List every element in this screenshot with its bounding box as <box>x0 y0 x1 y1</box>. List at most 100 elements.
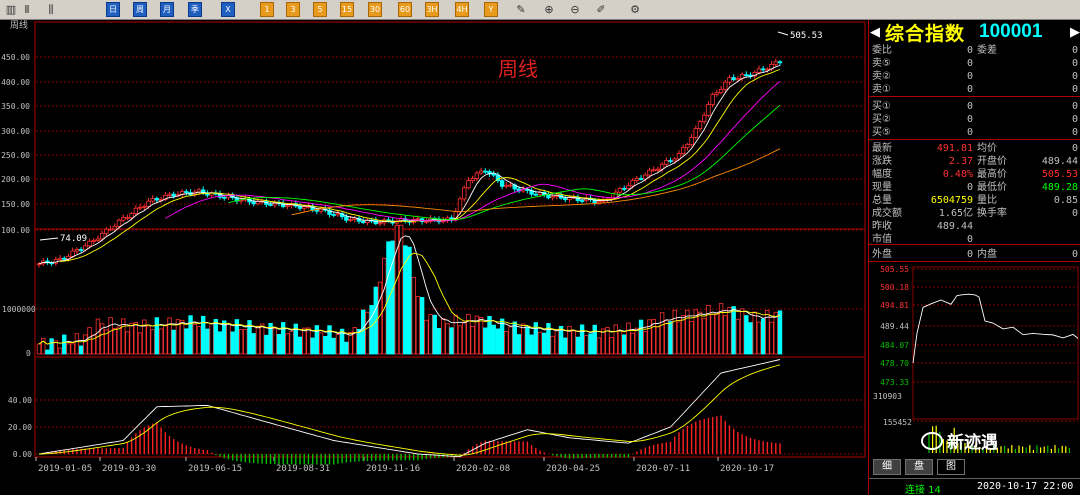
period-button-7[interactable]: 5 <box>313 2 327 17</box>
period-button-6[interactable]: 3 <box>286 2 300 17</box>
quote-panel: ◀ 综合指数 100001 ▶ 委比 0 委差 0 卖⑤ 0 0 卖② 0 0 卖① 0 0 买① 0 0 买②… <box>868 20 1080 495</box>
candle-icon[interactable]: ⫼ <box>44 2 58 17</box>
volume-bar <box>735 318 741 355</box>
quote-row-label: 卖② <box>872 71 891 82</box>
weekly-kline-chart[interactable]: 450.00 400.00 350.00 300.00 250.00 200.00 150.… <box>0 20 868 495</box>
volume-bar <box>550 335 555 355</box>
period-button-3[interactable]: 季 <box>188 2 202 17</box>
candle-body <box>773 61 778 65</box>
chart-icon[interactable]: ▥ <box>4 2 18 17</box>
candle-body <box>668 160 673 162</box>
quote-row-label: 成交额 <box>872 208 902 219</box>
candle-body <box>104 228 109 234</box>
quote-row-label-2: 最低价 <box>977 182 1007 193</box>
quote-row-value-2: 0 <box>1071 84 1078 95</box>
volume-bar <box>462 321 467 355</box>
period-button-0[interactable]: 日 <box>106 2 120 17</box>
zoom-out-icon[interactable]: ⊖ <box>568 2 582 17</box>
candle-body <box>744 74 749 77</box>
period-button-5[interactable]: 1 <box>260 2 274 17</box>
volume-bar <box>280 322 286 355</box>
period-button-12[interactable]: 4H <box>455 2 469 17</box>
period-button-1[interactable]: 周 <box>133 2 147 17</box>
mini-price-label: 484.07 <box>880 341 909 350</box>
volume-bar <box>516 334 522 355</box>
quote-row-label-2: 开盘价 <box>977 156 1007 167</box>
volume-bar <box>655 326 661 355</box>
candle-body <box>655 168 661 171</box>
volume-bar <box>344 341 349 355</box>
volume-bar <box>571 330 576 355</box>
prev-arrow[interactable]: ◀ <box>869 25 881 40</box>
volume-bar <box>626 322 631 355</box>
price-tick-label: 400.00 <box>1 78 30 87</box>
price-tick-label: 200.00 <box>1 175 30 184</box>
date-label: 2019-01-05 <box>38 464 92 474</box>
kline-icon[interactable]: Ⅱ <box>20 2 34 17</box>
volume-bar <box>643 330 648 355</box>
volume-bar <box>731 306 736 355</box>
volume-bar <box>419 297 425 355</box>
panel-tab-0[interactable]: 细 <box>873 459 901 475</box>
volume-bar <box>306 327 311 355</box>
volume-bar <box>335 334 341 355</box>
candle-body <box>87 240 92 247</box>
connection-status: 连接 14 <box>905 485 941 495</box>
volume-bar <box>584 335 589 355</box>
quote-row: 买② 0 0 <box>869 113 1080 126</box>
period-button-2[interactable]: 月 <box>160 2 174 17</box>
quote-row-label-2: 最高价 <box>977 169 1007 180</box>
status-bar: 连接 14 2020-10-17 22:00 <box>869 478 1080 495</box>
price-tick-label: 250.00 <box>1 151 30 160</box>
draw-icon[interactable]: ✐ <box>594 2 608 17</box>
divider <box>869 139 1080 140</box>
period-button-9[interactable]: 30 <box>368 2 382 17</box>
quote-row: 卖② 0 0 <box>869 70 1080 83</box>
edit-icon[interactable]: ✎ <box>514 2 528 17</box>
quote-row-label-2: 内盘 <box>977 249 997 260</box>
volume-bar <box>360 309 366 355</box>
volume-bar <box>453 314 459 355</box>
candle-body <box>142 205 147 208</box>
candle-body <box>710 93 715 105</box>
zoom-in-icon[interactable]: ⊕ <box>542 2 556 17</box>
date-label: 2020-02-08 <box>456 464 510 474</box>
volume-bar <box>470 325 475 355</box>
volume-bar <box>62 334 67 355</box>
volume-bar <box>449 327 454 355</box>
candle-body <box>491 173 496 176</box>
date-label: 2020-10-17 <box>720 464 774 474</box>
volume-bar <box>638 319 644 355</box>
period-button-4[interactable]: X <box>221 2 235 17</box>
wechat-icon <box>921 431 943 450</box>
volume-bar <box>318 332 324 355</box>
panel-tab-1[interactable]: 盘 <box>905 459 933 475</box>
mini-price-label: 505.55 <box>880 265 909 274</box>
volume-bar <box>609 337 614 355</box>
volume-bar <box>302 327 307 355</box>
quote-row: 涨跌 2.37 开盘价 489.44 <box>869 155 1080 168</box>
volume-bar <box>487 316 492 355</box>
volume-bar <box>415 295 421 355</box>
volume-bar <box>150 329 155 355</box>
candle-body <box>415 218 421 221</box>
candle-body <box>167 193 172 196</box>
quote-row-value: 491.81 <box>936 143 973 154</box>
volume-bar <box>57 347 63 355</box>
period-button-13[interactable]: Y <box>484 2 498 17</box>
settings-icon[interactable]: ⚙ <box>628 2 642 17</box>
period-button-10[interactable]: 60 <box>398 2 412 17</box>
quote-row-value: 0.48% <box>942 169 973 180</box>
price-tick-label: 100.00 <box>1 226 30 235</box>
quote-row: 现量 0 最低价 489.28 <box>869 181 1080 194</box>
mini-price-label: 489.44 <box>880 322 909 331</box>
quote-row: 卖⑤ 0 0 <box>869 57 1080 70</box>
period-button-8[interactable]: 15 <box>340 2 354 17</box>
period-button-11[interactable]: 3H <box>425 2 439 17</box>
quote-row-value: 489.44 <box>936 221 973 232</box>
panel-tab-2[interactable]: 图 <box>937 459 965 475</box>
volume-bar <box>617 330 623 355</box>
next-arrow[interactable]: ▶ <box>1069 25 1080 40</box>
quote-row-label: 买① <box>872 101 891 112</box>
candle-body <box>331 214 336 216</box>
